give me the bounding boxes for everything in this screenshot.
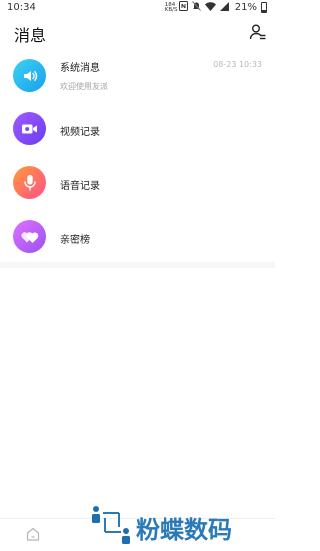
status-icons: 184 KB/S 21%: [165, 1, 267, 14]
watermark: 粉蝶数码: [90, 504, 275, 544]
header: 消息: [0, 18, 275, 46]
list-item-voice-records[interactable]: 语音记录: [0, 155, 275, 209]
nfc-icon: [178, 1, 188, 14]
status-bar: 10:34 184 KB/S 21%: [0, 0, 275, 16]
signal-icon: [219, 1, 229, 14]
avatar: [13, 59, 46, 92]
avatar: [13, 166, 46, 199]
watermark-text: 粉蝶数码: [136, 516, 232, 544]
heart-icon: [20, 232, 38, 243]
contacts-icon: [249, 24, 266, 40]
watermark-logo-icon: [92, 506, 130, 544]
list-item-title: 亲密榜: [60, 235, 90, 246]
section-divider: [0, 262, 275, 268]
speaker-icon: [23, 70, 37, 81]
list-item-subtitle: 欢迎使用友派: [60, 82, 108, 91]
list-item-title: 视频记录: [60, 127, 100, 138]
tab-home[interactable]: [25, 526, 41, 542]
list-item-intimacy-ranking[interactable]: 亲密榜: [0, 209, 275, 263]
list-item-video-records[interactable]: 视频记录: [0, 101, 275, 155]
network-speed-icon: 184 KB/S: [164, 1, 178, 13]
list-item-system-messages[interactable]: 系统消息 08-23 10:33 欢迎使用友派: [0, 47, 275, 101]
home-icon: [26, 527, 40, 541]
microphone-icon: [23, 175, 36, 191]
message-list: 系统消息 08-23 10:33 欢迎使用友派 视频记录 语音记录 亲密榜: [0, 47, 275, 263]
page-title: 消息: [14, 26, 47, 45]
avatar: [13, 112, 46, 145]
list-item-title: 系统消息: [60, 63, 100, 74]
list-item-time: 08-23 10:33: [213, 60, 262, 69]
battery-icon: [261, 2, 267, 13]
battery-percent: 21%: [234, 2, 257, 13]
contacts-button[interactable]: [249, 23, 267, 41]
status-time: 10:34: [7, 2, 36, 13]
list-item-title: 语音记录: [60, 181, 100, 192]
mute-bell-icon: [191, 1, 201, 14]
wifi-icon: [204, 1, 216, 14]
video-camera-icon: [22, 124, 37, 133]
avatar: [13, 220, 46, 253]
